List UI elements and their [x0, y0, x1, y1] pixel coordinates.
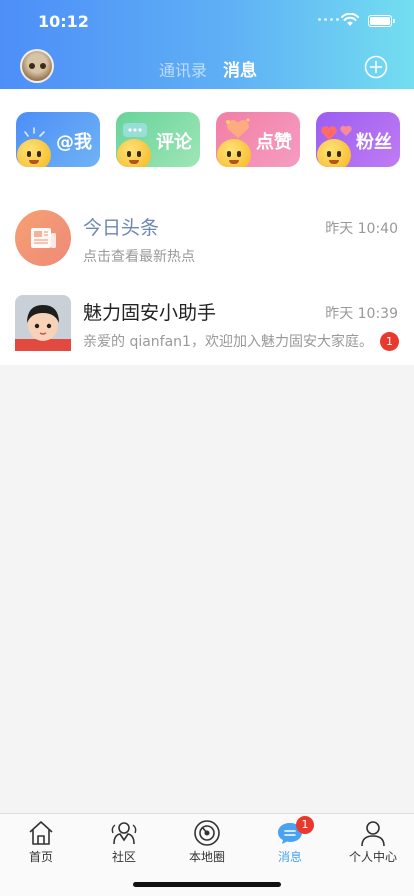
emoji-face-icon: [17, 139, 51, 167]
tab-messages[interactable]: 消息: [223, 56, 257, 81]
user-avatar[interactable]: [20, 49, 54, 83]
newspaper-icon: [15, 210, 71, 266]
message-row-news[interactable]: 今日头条 昨天 10:40 点击查看最新热点: [0, 199, 414, 283]
tab-label: 首页: [28, 850, 53, 864]
unread-badge: 1: [380, 332, 399, 351]
tab-unread-badge: 1: [296, 816, 314, 834]
category-like[interactable]: 点赞: [216, 112, 300, 167]
battery-icon: [368, 15, 395, 27]
emoji-face-icon: [217, 139, 251, 167]
at-me-icon: [24, 127, 45, 137]
tab-messages-bottom[interactable]: 1 消息: [249, 814, 331, 874]
tab-home[interactable]: 首页: [0, 814, 82, 874]
category-fans[interactable]: 粉丝: [316, 112, 400, 167]
like-icon: [226, 118, 250, 138]
tab-community[interactable]: 社区: [83, 814, 165, 874]
tab-label: 社区: [111, 850, 136, 864]
message-preview: 亲爱的 qianfan1，欢迎加入魅力固安大家庭。: [83, 334, 373, 350]
category-at-me[interactable]: @我: [16, 112, 100, 167]
category-label: @我: [56, 132, 92, 153]
tab-label: 个人中心: [348, 850, 397, 864]
tab-label: 消息: [277, 850, 302, 864]
category-comment[interactable]: 评论: [116, 112, 200, 167]
community-icon: [111, 822, 137, 845]
category-label: 粉丝: [356, 132, 392, 153]
emoji-face-icon: [117, 139, 151, 167]
category-label: 点赞: [256, 132, 292, 153]
header: 10:12 通讯录 消息: [0, 0, 414, 89]
message-time: 昨天 10:40: [325, 221, 398, 237]
assistant-avatar: [15, 295, 71, 351]
emoji-face-icon: [317, 139, 351, 167]
wifi-icon: [341, 13, 359, 26]
home-icon: [29, 821, 53, 845]
tab-profile[interactable]: 个人中心: [332, 814, 414, 874]
message-title: 今日头条: [83, 217, 160, 239]
cellular-signal-icon: [318, 18, 339, 21]
category-label: 评论: [156, 132, 192, 153]
tab-label: 本地圈: [188, 850, 225, 864]
local-circle-icon: [194, 820, 220, 846]
add-icon[interactable]: [364, 55, 388, 79]
home-indicator: [133, 882, 281, 887]
message-row-assistant[interactable]: 魅力固安小助手 昨天 10:39 亲爱的 qianfan1，欢迎加入魅力固安大家…: [0, 284, 414, 368]
tab-local-circle[interactable]: 本地圈: [166, 814, 248, 874]
message-preview: 点击查看最新热点: [83, 249, 195, 265]
message-time: 昨天 10:39: [325, 306, 398, 322]
message-title: 魅力固安小助手: [83, 302, 217, 324]
tab-contacts[interactable]: 通讯录: [159, 57, 207, 81]
profile-icon: [361, 821, 385, 847]
status-time: 10:12: [38, 12, 89, 31]
